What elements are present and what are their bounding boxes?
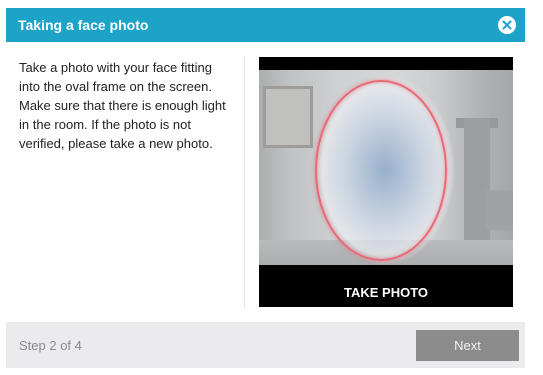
camera-feed [259, 70, 513, 265]
content-divider [244, 56, 245, 309]
face-photo-dialog: Taking a face photo Take a photo with yo… [6, 8, 525, 369]
step-indicator: Step 2 of 4 [19, 338, 82, 353]
dialog-title: Taking a face photo [18, 17, 149, 33]
dialog-footer: Step 2 of 4 Next [6, 322, 525, 368]
camera-preview: TAKE PHOTO [259, 57, 513, 307]
dialog-header: Taking a face photo [6, 8, 525, 42]
face-oval-frame [315, 80, 447, 261]
next-button[interactable]: Next [416, 330, 519, 361]
close-button[interactable] [498, 16, 516, 34]
close-circle-icon [502, 20, 512, 30]
take-photo-button[interactable]: TAKE PHOTO [259, 278, 513, 307]
instructions-text: Take a photo with your face fitting into… [19, 60, 226, 151]
